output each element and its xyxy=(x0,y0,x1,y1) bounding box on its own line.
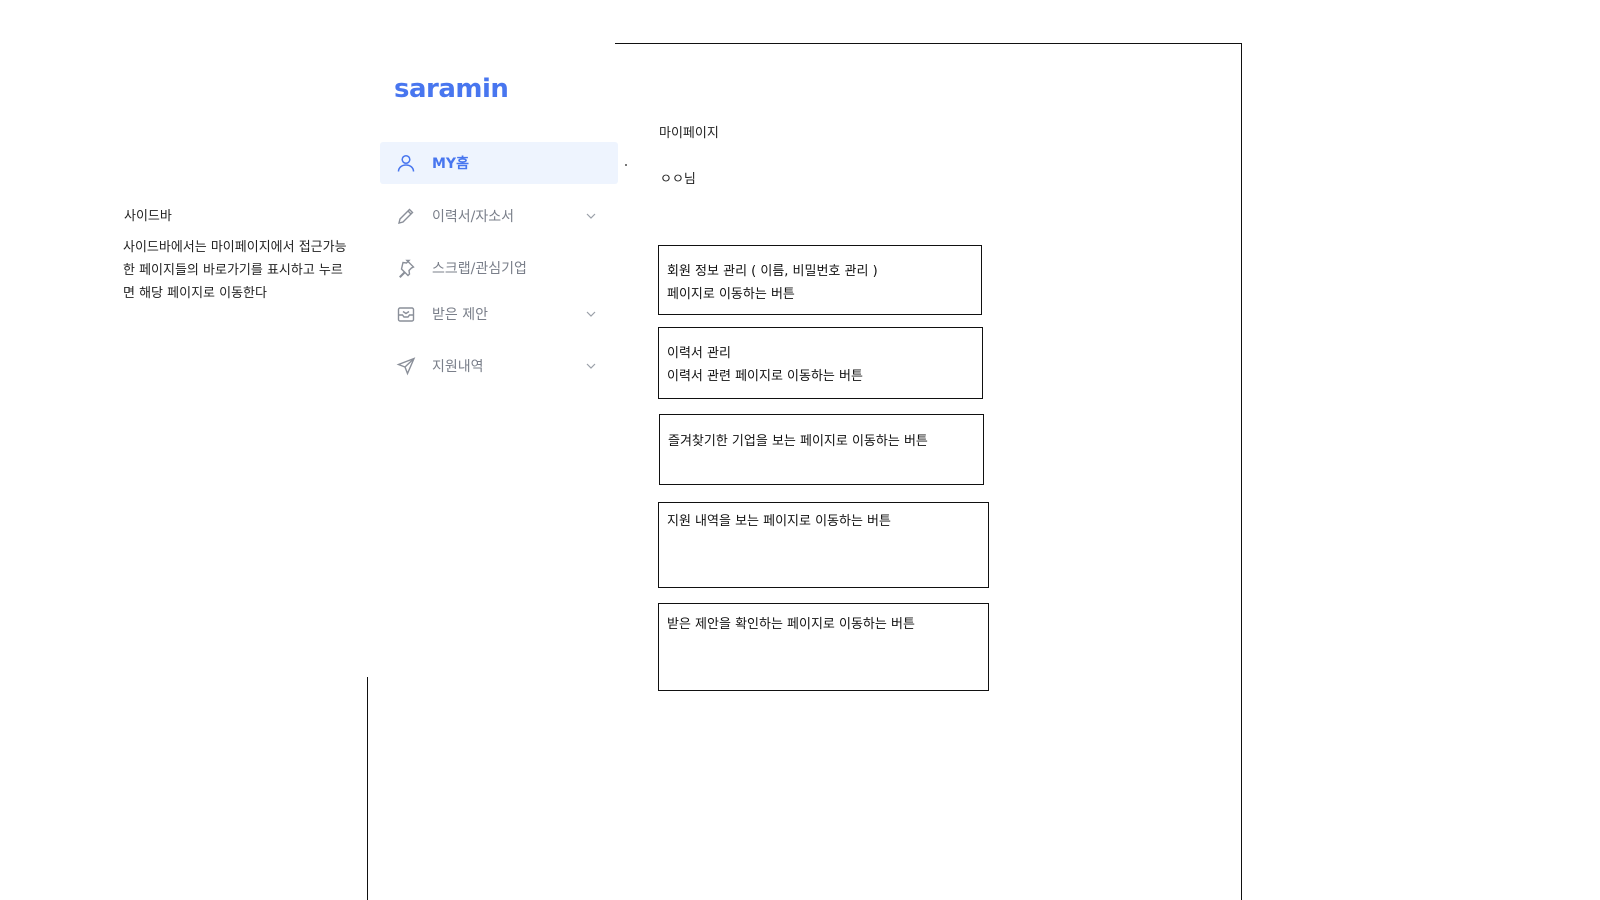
chevron-down-icon[interactable] xyxy=(584,209,598,223)
frame-right-line xyxy=(1241,43,1242,900)
send-icon xyxy=(396,356,416,376)
frame-left-line xyxy=(367,677,368,900)
button-line: 받은 제안을 확인하는 페이지로 이동하는 버튼 xyxy=(667,617,915,632)
pin-icon xyxy=(396,258,416,278)
annotation-title: 사이드바 xyxy=(124,209,172,224)
page-title: 마이페이지 xyxy=(659,126,719,141)
sidebar-item-scrap[interactable]: 스크랩/관심기업 xyxy=(380,247,618,289)
saramin-logo[interactable]: saramin xyxy=(394,74,509,104)
pencil-icon xyxy=(396,206,416,226)
member-info-button[interactable]: 회원 정보 관리 ( 이름, 비밀번호 관리 ) 페이지로 이동하는 버튼 xyxy=(658,245,982,315)
received-offers-button[interactable]: 받은 제안을 확인하는 페이지로 이동하는 버튼 xyxy=(658,603,989,691)
user-greeting: ㅇㅇ님 xyxy=(660,172,696,187)
button-line: 회원 정보 관리 ( 이름, 비밀번호 관리 ) xyxy=(667,264,878,279)
sidebar-item-label: 지원내역 xyxy=(432,359,484,375)
button-line: 즐겨찾기한 기업을 보는 페이지로 이동하는 버튼 xyxy=(668,434,928,449)
sidebar-item-received-offers[interactable]: 받은 제안 xyxy=(380,293,618,335)
sidebar-item-my-home[interactable]: MY홈 xyxy=(380,142,618,184)
sidebar-item-label: 스크랩/관심기업 xyxy=(432,261,527,277)
divider-dot xyxy=(625,164,627,166)
sidebar-item-label: 받은 제안 xyxy=(432,307,488,323)
button-line: 페이지로 이동하는 버튼 xyxy=(667,287,795,302)
user-icon xyxy=(396,153,416,173)
sidebar-item-label: 이력서/자소서 xyxy=(432,209,514,225)
inbox-icon xyxy=(396,304,416,324)
button-line: 이력서 관련 페이지로 이동하는 버튼 xyxy=(667,369,863,384)
application-history-button[interactable]: 지원 내역을 보는 페이지로 이동하는 버튼 xyxy=(658,502,989,588)
chevron-down-icon[interactable] xyxy=(584,359,598,373)
chevron-down-icon[interactable] xyxy=(584,307,598,321)
annotation-body: 사이드바에서는 마이페이지에서 접근가능한 페이지들의 바로가기를 표시하고 누… xyxy=(123,240,347,301)
sidebar-item-resume[interactable]: 이력서/자소서 xyxy=(380,195,618,237)
favorite-companies-button[interactable]: 즐겨찾기한 기업을 보는 페이지로 이동하는 버튼 xyxy=(659,414,984,485)
sidebar-item-label: MY홈 xyxy=(432,156,469,172)
resume-manage-button[interactable]: 이력서 관리 이력서 관련 페이지로 이동하는 버튼 xyxy=(658,327,983,399)
button-line: 지원 내역을 보는 페이지로 이동하는 버튼 xyxy=(667,514,891,529)
sidebar-item-applications[interactable]: 지원내역 xyxy=(380,345,618,387)
frame-top-line xyxy=(615,43,1242,44)
button-line: 이력서 관리 xyxy=(667,346,731,361)
